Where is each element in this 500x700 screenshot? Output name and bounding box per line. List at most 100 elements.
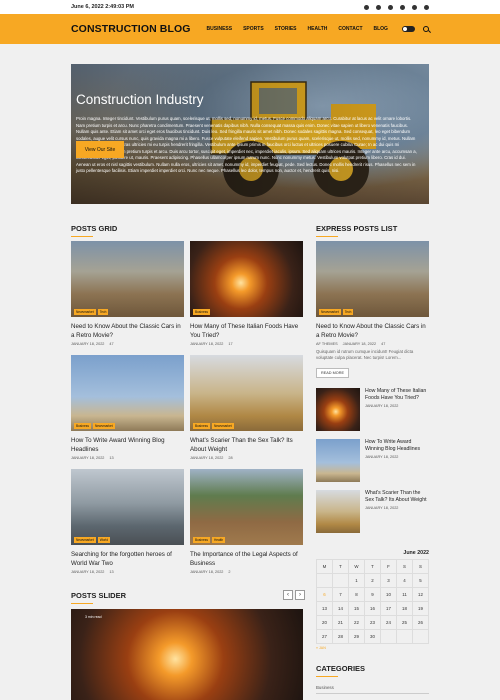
view-site-button[interactable]: View Our Site — [76, 141, 124, 158]
calendar-day[interactable]: 22 — [348, 615, 365, 630]
post-title[interactable]: How Many of These Italian Foods Have You… — [365, 388, 429, 402]
grid-post-card[interactable]: Newsmarket World Searching for the forgot… — [71, 469, 184, 574]
grid-post-card[interactable]: Business Newsmarket How To Write Award Wi… — [71, 355, 184, 460]
calendar-day[interactable]: 3 — [380, 573, 397, 588]
calendar-day[interactable]: 1 — [348, 573, 365, 588]
chevron-left-icon[interactable]: ‹ — [283, 590, 293, 600]
facebook-icon[interactable] — [364, 4, 369, 10]
post-thumbnail[interactable]: Business — [190, 241, 303, 317]
grid-post-card[interactable]: Business Health The Importance of the Leg… — [190, 469, 303, 574]
express-featured-post[interactable]: Newsmarket Tech Need to Know About the Cl… — [316, 241, 429, 379]
vk-icon[interactable] — [400, 4, 405, 10]
category-tag[interactable]: Newsmarket — [74, 537, 96, 543]
dark-mode-toggle[interactable] — [402, 26, 415, 32]
post-title[interactable]: What's Scarier Than the Sex Talk? Its Ab… — [365, 490, 429, 504]
post-thumbnail[interactable] — [316, 388, 360, 431]
post-title[interactable]: How To Write Award Winning Blog Headline… — [71, 436, 184, 454]
category-tag[interactable]: Health — [211, 537, 226, 543]
calendar-day[interactable]: 16 — [364, 601, 381, 616]
youtube-icon[interactable] — [412, 4, 417, 10]
calendar-day[interactable]: 25 — [396, 615, 413, 630]
calendar-day[interactable]: 30 — [364, 629, 381, 644]
calendar-day[interactable]: 27 — [316, 629, 333, 644]
chevron-right-icon[interactable]: › — [295, 590, 305, 600]
post-title[interactable]: Searching for the forgotten heroes of Wo… — [71, 550, 184, 568]
post-title[interactable]: How Many of These Italian Foods Have You… — [190, 322, 303, 340]
grid-post-card[interactable]: Business How Many of These Italian Foods… — [190, 241, 303, 346]
read-more-button[interactable]: READ MORE — [316, 368, 349, 379]
category-tag[interactable]: World — [97, 537, 110, 543]
category-tag[interactable]: Newsmarket — [211, 423, 234, 429]
grid-post-card[interactable]: Business Newsmarket What's Scarier Than t… — [190, 355, 303, 460]
calendar-day[interactable]: 19 — [412, 601, 429, 616]
calendar-day[interactable]: 12 — [412, 587, 429, 602]
calendar-day[interactable]: 21 — [332, 615, 349, 630]
grid-post-card[interactable]: Newsmarket Tech Need to Know About the Cl… — [71, 241, 184, 346]
express-list-item[interactable]: What's Scarier Than the Sex Talk? Its Ab… — [316, 490, 429, 533]
post-thumbnail[interactable]: Newsmarket Tech — [71, 241, 184, 317]
menu-item-health[interactable]: HEALTH — [308, 26, 328, 32]
calendar-day[interactable]: 28 — [332, 629, 349, 644]
post-date: JANUARY 18, 2022 — [365, 506, 399, 511]
menu-item-stories[interactable]: STORIES — [275, 26, 297, 32]
post-title[interactable]: Need to Know About the Classic Cars in a… — [71, 322, 184, 340]
category-tag[interactable]: Tech — [97, 309, 109, 315]
calendar-day[interactable]: 26 — [412, 615, 429, 630]
post-thumbnail[interactable]: Business Health — [190, 469, 303, 545]
post-title[interactable]: The Importance of the Legal Aspects of B… — [190, 550, 303, 568]
calendar-day[interactable]: 13 — [316, 601, 333, 616]
post-thumbnail[interactable] — [316, 490, 360, 533]
calendar-day[interactable]: 10 — [380, 587, 397, 602]
category-link[interactable]: Business — [316, 685, 334, 690]
calendar-day[interactable]: 29 — [348, 629, 365, 644]
calendar-day[interactable]: 18 — [396, 601, 413, 616]
post-author[interactable]: AF THEMES — [316, 342, 338, 346]
calendar-day[interactable]: 20 — [316, 615, 333, 630]
post-title[interactable]: Need to Know About the Classic Cars in a… — [316, 322, 429, 340]
calendar-day[interactable]: 4 — [396, 573, 413, 588]
slider-image[interactable]: 3 min read — [71, 609, 303, 700]
search-icon[interactable] — [423, 26, 429, 32]
express-list-item[interactable]: How To Write Award Winning Blog Headline… — [316, 439, 429, 482]
calendar-day[interactable]: 9 — [364, 587, 381, 602]
calendar-day[interactable]: 14 — [332, 601, 349, 616]
category-tag[interactable]: Newsmarket — [74, 309, 96, 315]
calendar-prev-link[interactable]: « JAN — [316, 646, 429, 650]
post-title[interactable]: How To Write Award Winning Blog Headline… — [365, 439, 429, 453]
linkedin-icon[interactable] — [388, 4, 393, 10]
menu-item-blog[interactable]: BLOG — [374, 26, 388, 32]
dribbble-icon[interactable] — [424, 4, 429, 10]
calendar-day[interactable]: 23 — [364, 615, 381, 630]
site-logo[interactable]: CONSTRUCTION BLOG — [71, 23, 191, 35]
post-thumbnail[interactable]: Newsmarket World — [71, 469, 184, 545]
calendar-day[interactable]: 15 — [348, 601, 365, 616]
hero-title[interactable]: Construction Industry — [76, 92, 204, 107]
calendar-day[interactable]: 17 — [380, 601, 397, 616]
calendar-day[interactable]: 2 — [364, 573, 381, 588]
menu-item-sports[interactable]: SPORTS — [243, 26, 264, 32]
menu-item-contact[interactable]: CONTACT — [338, 26, 362, 32]
category-tag[interactable]: Business — [193, 537, 210, 543]
calendar-day[interactable]: 6 — [316, 587, 333, 602]
express-list-item[interactable]: How Many of These Italian Foods Have You… — [316, 388, 429, 431]
post-thumbnail[interactable]: Business Newsmarket — [71, 355, 184, 431]
menu-item-business[interactable]: BUSINESS — [207, 26, 233, 32]
category-tag[interactable]: Business — [193, 309, 210, 315]
post-thumbnail[interactable]: Business Newsmarket — [190, 355, 303, 431]
post-thumbnail[interactable]: Newsmarket Tech — [316, 241, 429, 317]
categories-heading: CATEGORIES — [316, 664, 366, 677]
twitter-icon[interactable] — [376, 4, 381, 10]
category-tag[interactable]: Business — [193, 423, 210, 429]
calendar-day[interactable]: 5 — [412, 573, 429, 588]
calendar-day[interactable]: 7 — [332, 587, 349, 602]
slider-controls: ‹ › — [283, 590, 305, 600]
category-tag[interactable]: Tech — [342, 309, 354, 315]
post-title[interactable]: What's Scarier Than the Sex Talk? Its Ab… — [190, 436, 303, 454]
calendar-day[interactable]: 8 — [348, 587, 365, 602]
category-tag[interactable]: Newsmarket — [92, 423, 115, 429]
category-tag[interactable]: Business — [74, 423, 91, 429]
category-tag[interactable]: Newsmarket — [319, 309, 341, 315]
post-thumbnail[interactable] — [316, 439, 360, 482]
calendar-day[interactable]: 11 — [396, 587, 413, 602]
calendar-day[interactable]: 24 — [380, 615, 397, 630]
